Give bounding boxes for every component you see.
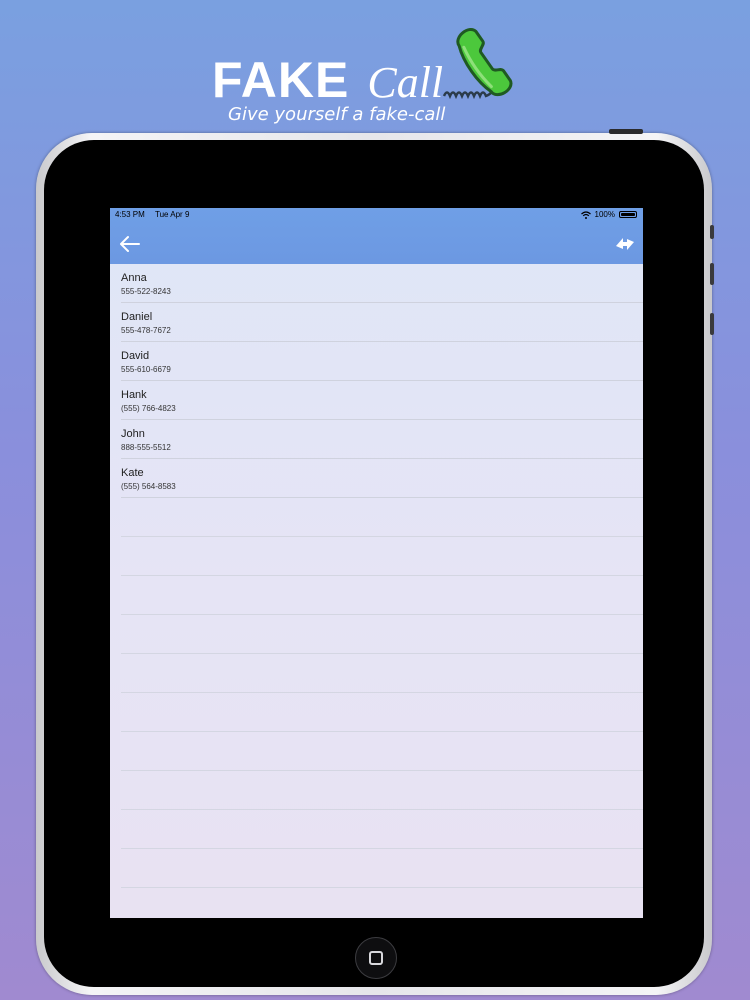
empty-row xyxy=(110,732,643,771)
tablet-power-button xyxy=(609,129,643,134)
contact-phone: 555-478-7672 xyxy=(121,326,171,335)
arrow-left-icon[interactable] xyxy=(118,232,142,256)
swap-arrows-icon[interactable] xyxy=(613,232,637,256)
contact-phone: 555-522-8243 xyxy=(121,287,171,296)
tablet-volume-up-button xyxy=(710,263,714,285)
phone-handset-icon xyxy=(442,28,513,100)
contact-phone: 888-555-5512 xyxy=(121,443,171,452)
contact-name: John xyxy=(121,428,145,440)
empty-row xyxy=(110,654,643,693)
battery-fill xyxy=(621,213,635,216)
contact-row[interactable]: Hank (555) 766-4823 xyxy=(110,381,643,420)
app-tagline: Give yourself a fake-call xyxy=(228,104,446,125)
status-bar: 4:53 PM Tue Apr 9 100% xyxy=(110,208,643,222)
contact-name: Daniel xyxy=(121,311,153,323)
promo-header: FAKE Call Give yourself a fake-call xyxy=(0,0,750,140)
status-date: Tue Apr 9 xyxy=(155,210,190,219)
app-title-fake: FAKE xyxy=(212,52,350,108)
contact-phone: (555) 564-8583 xyxy=(121,482,176,491)
empty-row-separators xyxy=(110,498,643,888)
empty-row xyxy=(110,810,643,849)
contact-row[interactable]: Daniel 555-478-7672 xyxy=(110,303,643,342)
battery-percent: 100% xyxy=(594,210,615,219)
wifi-icon xyxy=(580,210,591,219)
empty-row xyxy=(110,615,643,654)
home-square-icon xyxy=(369,951,383,965)
app-screen: 4:53 PM Tue Apr 9 100% Anna 555-522-8243… xyxy=(110,208,643,918)
contact-name: Anna xyxy=(121,272,147,284)
contact-row[interactable]: John 888-555-5512 xyxy=(110,420,643,459)
status-time: 4:53 PM xyxy=(115,210,145,219)
contact-name: David xyxy=(121,350,150,362)
contact-row[interactable]: Anna 555-522-8243 xyxy=(110,264,643,303)
contact-row[interactable]: David 555-610-6679 xyxy=(110,342,643,381)
battery-icon xyxy=(619,211,637,218)
empty-row xyxy=(110,498,643,537)
status-indicators: 100% xyxy=(580,210,637,219)
contact-list: Anna 555-522-8243 Daniel 555-478-7672 Da… xyxy=(110,264,643,498)
home-button[interactable] xyxy=(355,937,397,979)
empty-row xyxy=(110,576,643,615)
contact-phone: (555) 766-4823 xyxy=(121,404,176,413)
contact-name: Kate xyxy=(121,467,144,479)
contact-phone: 555-610-6679 xyxy=(121,365,171,374)
contact-row[interactable]: Kate (555) 564-8583 xyxy=(110,459,643,498)
tablet-side-button xyxy=(710,225,714,239)
empty-row xyxy=(110,537,643,576)
contact-name: Hank xyxy=(121,389,147,401)
empty-row xyxy=(110,849,643,888)
app-title: FAKE Call xyxy=(212,50,443,110)
empty-row xyxy=(110,693,643,732)
empty-row xyxy=(110,771,643,810)
tablet-volume-down-button xyxy=(710,313,714,335)
